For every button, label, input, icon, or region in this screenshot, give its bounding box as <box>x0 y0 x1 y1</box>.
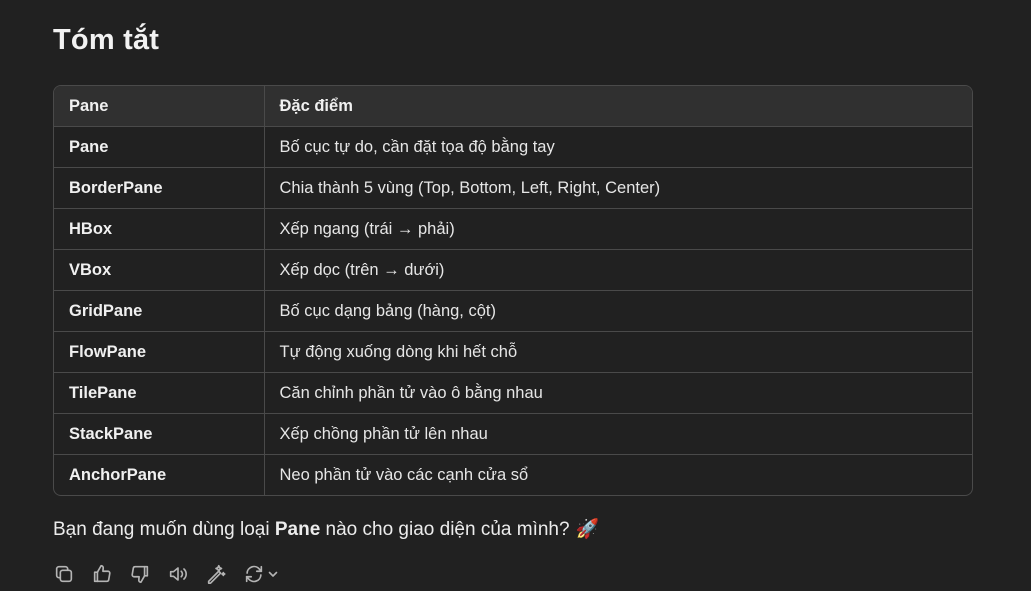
regenerate-icon <box>245 565 263 583</box>
edit-in-canvas-button[interactable] <box>205 562 243 586</box>
table-header-row: Pane Đặc điểm <box>54 86 972 127</box>
table-row: Pane Bố cục tự do, cần đặt tọa độ bằng t… <box>54 126 972 168</box>
read-aloud-icon <box>169 567 187 581</box>
table-row: GridPane Bố cục dạng bảng (hàng, cột) <box>54 290 972 332</box>
closing-text-start: Bạn đang muốn dùng loại <box>53 519 275 540</box>
table-row: FlowPane Tự động xuống dòng khi hết chỗ <box>54 331 972 373</box>
pane-feature-cell: Xếp ngang (trái → phải) <box>264 208 972 250</box>
edit-magic-icon <box>207 564 226 584</box>
pane-feature-cell: Bố cục dạng bảng (hàng, cột) <box>264 290 972 332</box>
table-row: StackPane Xếp chồng phần tử lên nhau <box>54 413 972 455</box>
pane-name-cell: AnchorPane <box>54 454 265 495</box>
closing-text-end: nào cho giao diện của mình? <box>320 519 570 540</box>
pane-feature-cell: Neo phần tử vào các cạnh cửa sổ <box>279 465 529 484</box>
table-row: VBox Xếp dọc (trên → dưới) <box>54 249 972 291</box>
copy-button[interactable] <box>53 562 91 586</box>
thumbs-up-icon <box>93 564 111 583</box>
copy-icon <box>55 565 73 583</box>
thumbs-down-icon <box>131 565 149 584</box>
pane-name-cell: GridPane <box>54 290 265 332</box>
read-aloud-button[interactable] <box>167 562 205 586</box>
pane-feature-cell: Căn chỉnh phần tử vào ô bằng nhau <box>264 372 972 414</box>
pane-feature-cell: Xếp chồng phần tử lên nhau <box>264 413 972 455</box>
message-action-bar <box>53 562 287 586</box>
pane-feature-cell: Xếp dọc (trên → dưới) <box>264 249 972 291</box>
pane-feature-cell: Tự động xuống dòng khi hết chỗ <box>264 331 972 373</box>
pane-name-cell: StackPane <box>54 413 265 455</box>
rocket-emoji: 🚀 <box>575 519 600 540</box>
table-row: BorderPane Chia thành 5 vùng (Top, Botto… <box>54 167 972 209</box>
section-heading: Tóm tắt <box>53 24 160 56</box>
column-header-feature: Đặc điểm <box>264 86 972 127</box>
pane-feature-cell: Bố cục tự do, cần đặt tọa độ bằng tay <box>264 126 972 168</box>
table-row: HBox Xếp ngang (trái → phải) <box>54 208 972 250</box>
pane-name-cell: TilePane <box>54 372 265 414</box>
pane-name-cell: HBox <box>54 208 265 250</box>
good-response-button[interactable] <box>91 562 129 586</box>
pane-name-cell: Pane <box>54 126 265 168</box>
bad-response-button[interactable] <box>129 562 167 586</box>
table-row: AnchorPane Neo phần tử vào các cạnh cửa … <box>54 454 972 495</box>
pane-name-cell: BorderPane <box>54 167 265 209</box>
closing-question: Bạn đang muốn dùng loại Pane nào cho gia… <box>53 517 599 541</box>
column-header-pane: Pane <box>54 86 265 127</box>
pane-feature-cell: Chia thành 5 vùng (Top, Bottom, Left, Ri… <box>264 167 972 209</box>
chevron-down-icon <box>268 571 278 577</box>
pane-name-cell: FlowPane <box>54 331 265 373</box>
table-row: TilePane Căn chỉnh phần tử vào ô bằng nh… <box>54 372 972 414</box>
regenerate-button[interactable] <box>243 562 287 586</box>
pane-summary-table: Pane Đặc điểm Pane Bố cục tự do, cần đặt… <box>53 85 973 496</box>
pane-name-cell: VBox <box>54 249 265 291</box>
closing-text-bold: Pane <box>274 519 321 540</box>
